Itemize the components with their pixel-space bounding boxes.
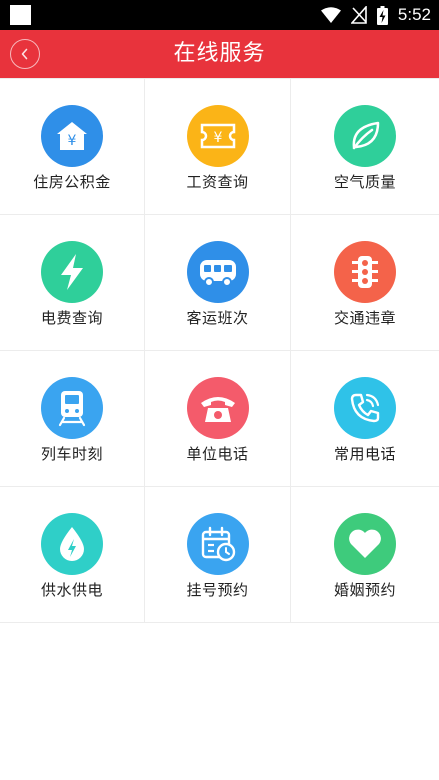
- chevron-left-icon: [21, 48, 28, 60]
- no-sim-icon: [350, 6, 367, 24]
- service-marriage-appointment[interactable]: 婚姻预约: [291, 487, 439, 623]
- bus-icon: [186, 241, 249, 303]
- service-label: 电费查询: [40, 309, 103, 327]
- service-label: 挂号预约: [186, 581, 249, 599]
- lightning-icon: [41, 241, 103, 303]
- train-icon: [41, 377, 103, 439]
- traffic-light-icon: [334, 241, 396, 303]
- house-yen-icon: ¥: [41, 105, 103, 167]
- svg-text:¥: ¥: [68, 133, 77, 149]
- service-electricity-query[interactable]: 电费查询: [0, 215, 145, 351]
- ticket-yen-icon: ¥: [186, 105, 249, 167]
- service-housing-fund[interactable]: ¥ 住房公积金: [0, 79, 145, 215]
- service-water-electricity[interactable]: 供水供电: [0, 487, 145, 623]
- service-label: 常用电话: [333, 445, 396, 463]
- service-air-quality[interactable]: 空气质量: [291, 79, 439, 215]
- telephone-icon: [186, 377, 249, 439]
- service-label: 空气质量: [333, 173, 396, 191]
- service-label: 供水供电: [40, 581, 103, 599]
- service-label: 婚姻预约: [333, 581, 396, 599]
- heart-icon: [334, 513, 396, 575]
- service-bus-schedule[interactable]: 客运班次: [145, 215, 291, 351]
- battery-charging-icon: [376, 5, 388, 25]
- service-label: 单位电话: [186, 445, 249, 463]
- app-bar: 在线服务: [0, 30, 439, 78]
- service-salary-query[interactable]: ¥ 工资查询: [145, 79, 291, 215]
- status-time: 5:52: [397, 5, 431, 24]
- water-drop-bolt-icon: [41, 513, 103, 575]
- service-label: 交通违章: [333, 309, 396, 327]
- phone-call-icon: [334, 377, 396, 439]
- service-label: 住房公积金: [33, 173, 111, 191]
- page-title: 在线服务: [173, 41, 266, 66]
- service-registration-appointment[interactable]: 挂号预约: [145, 487, 291, 623]
- svg-text:¥: ¥: [213, 130, 222, 146]
- back-button[interactable]: [10, 39, 40, 69]
- leaf-icon: [334, 105, 396, 167]
- notification-square-icon: [10, 5, 31, 25]
- status-bar: 5:52: [0, 0, 439, 30]
- service-train-schedule[interactable]: 列车时刻: [0, 351, 145, 487]
- service-grid: ¥ 住房公积金 ¥ 工资查询 空气质量 电费查询 客运班次 交通违章 列车时刻 …: [0, 78, 439, 623]
- wifi-icon: [320, 6, 341, 23]
- calendar-clock-icon: [186, 513, 249, 575]
- service-common-phone[interactable]: 常用电话: [291, 351, 439, 487]
- service-label: 工资查询: [186, 173, 249, 191]
- service-traffic-violation[interactable]: 交通违章: [291, 215, 439, 351]
- service-label: 列车时刻: [40, 445, 103, 463]
- service-label: 客运班次: [186, 309, 249, 327]
- service-unit-phone[interactable]: 单位电话: [145, 351, 291, 487]
- status-icons: 5:52: [320, 0, 431, 30]
